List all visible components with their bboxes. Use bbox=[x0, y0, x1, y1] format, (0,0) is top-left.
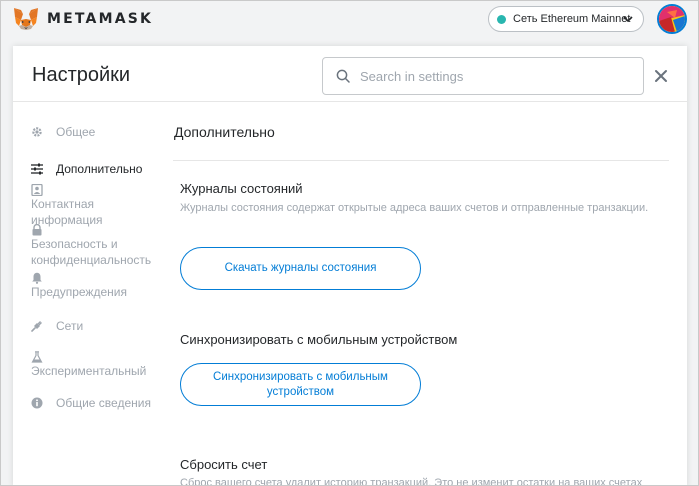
sidebar-item-networks[interactable]: Сети bbox=[31, 318, 83, 334]
flask-icon bbox=[31, 351, 43, 363]
sidebar-item-about[interactable]: Общие сведения bbox=[31, 395, 151, 411]
state-logs-description: Журналы состояния содержат открытые адре… bbox=[180, 202, 649, 214]
account-avatar[interactable] bbox=[657, 4, 687, 34]
settings-search[interactable] bbox=[322, 57, 644, 95]
gear-icon bbox=[32, 127, 42, 137]
settings-card: Настройки Общее bbox=[13, 46, 687, 485]
close-icon[interactable] bbox=[654, 69, 668, 83]
section-divider bbox=[173, 160, 669, 161]
chevron-down-icon bbox=[623, 16, 633, 23]
metamask-logo[interactable]: METAMASK bbox=[13, 7, 153, 31]
app-window: METAMASK Сеть Ethereum Mainnet Настройки bbox=[0, 0, 699, 486]
settings-header: Настройки bbox=[13, 46, 687, 102]
sidebar-item-label: Предупреждения bbox=[31, 285, 127, 299]
section-title: Дополнительно bbox=[174, 124, 275, 140]
page-title: Настройки bbox=[32, 64, 131, 86]
info-icon bbox=[31, 397, 43, 409]
sidebar-item-experimental[interactable]: Экспериментальный bbox=[31, 349, 156, 379]
lock-icon bbox=[32, 224, 42, 236]
top-bar: METAMASK Сеть Ethereum Mainnet bbox=[1, 1, 698, 37]
state-logs-title: Журналы состояний bbox=[180, 181, 303, 196]
network-status-dot bbox=[497, 14, 506, 24]
settings-sidebar: Общее Дополнительно Контактная информаци… bbox=[13, 102, 163, 485]
network-selector[interactable]: Сеть Ethereum Mainnet bbox=[488, 6, 644, 32]
plug-icon bbox=[31, 321, 42, 332]
download-state-logs-button[interactable]: Скачать журналы состояния bbox=[180, 247, 421, 290]
sidebar-item-alerts[interactable]: Предупреждения bbox=[31, 270, 156, 300]
bell-icon bbox=[32, 272, 42, 284]
reset-account-title: Сбросить счет bbox=[180, 457, 268, 472]
identicon-icon bbox=[659, 6, 685, 32]
sidebar-item-security[interactable]: Безопасность и конфиденциальность bbox=[31, 222, 156, 268]
sync-mobile-button[interactable]: Синхронизировать с мобильным устройством bbox=[180, 363, 421, 406]
mobile-sync-title: Синхронизировать с мобильным устройством bbox=[180, 332, 458, 347]
network-label: Сеть Ethereum Mainnet bbox=[513, 13, 631, 25]
fox-logo-icon bbox=[14, 8, 38, 30]
sidebar-item-label: Безопасность и конфиденциальность bbox=[31, 237, 152, 267]
search-input[interactable] bbox=[360, 68, 620, 84]
sidebar-item-label: Дополнительно bbox=[56, 162, 143, 176]
sidebar-item-label: Экспериментальный bbox=[31, 364, 147, 378]
sidebar-item-advanced[interactable]: Дополнительно bbox=[31, 161, 142, 177]
advanced-settings-content: Дополнительно Журналы состояний Журналы … bbox=[173, 102, 673, 485]
reset-account-description: Сброс вашего счета удалит историю транза… bbox=[180, 477, 643, 486]
sliders-icon bbox=[31, 163, 43, 175]
search-icon bbox=[336, 69, 350, 83]
sidebar-item-general[interactable]: Общее bbox=[31, 124, 95, 140]
metamask-wordmark: METAMASK bbox=[47, 11, 154, 27]
contacts-icon bbox=[31, 184, 43, 196]
sidebar-item-label: Общие сведения bbox=[56, 396, 151, 410]
